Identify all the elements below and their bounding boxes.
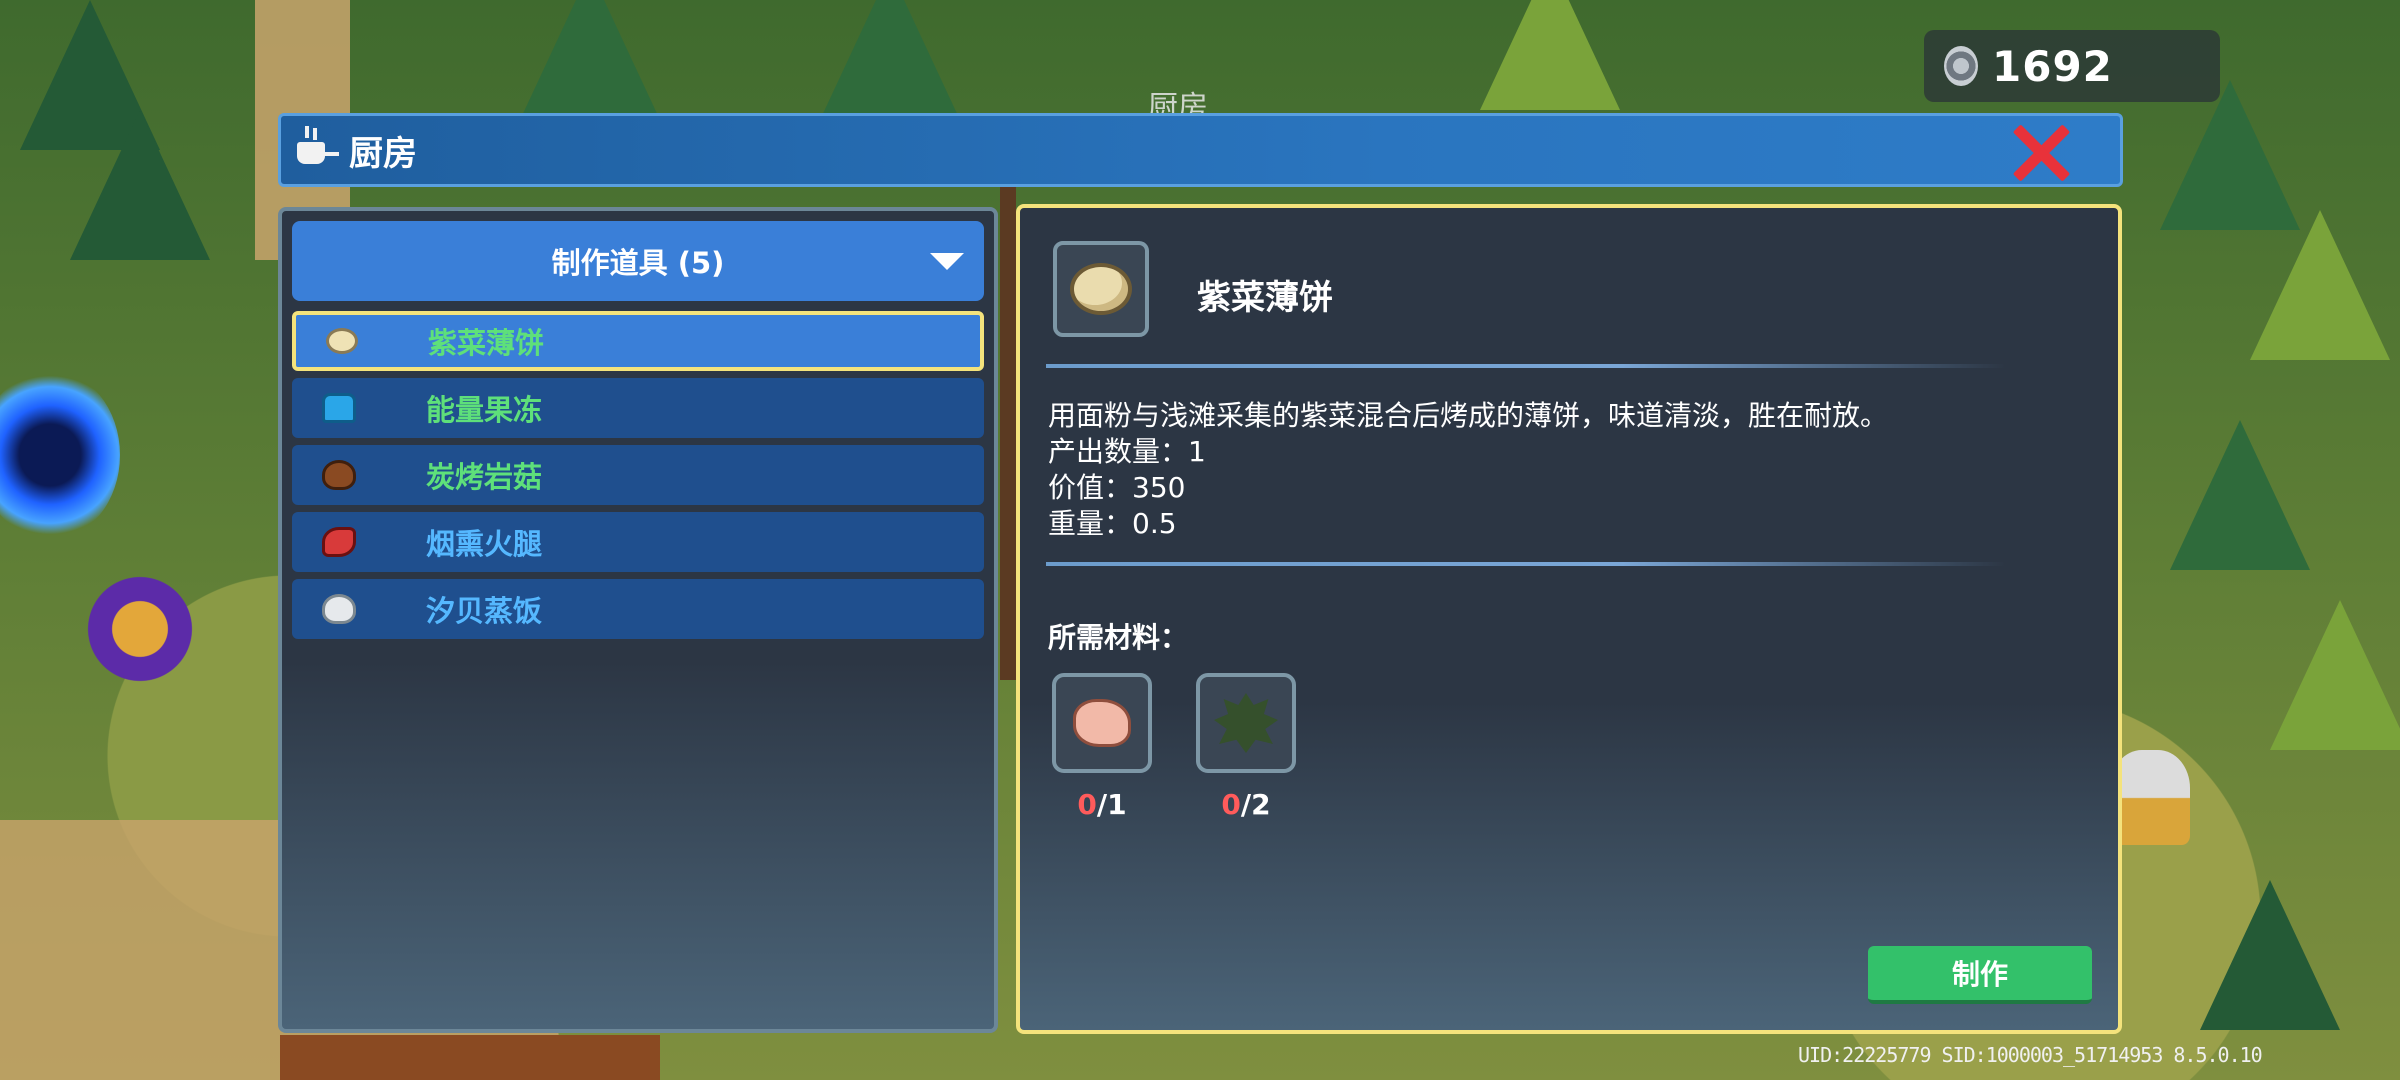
material-need: /2 <box>1240 788 1271 821</box>
npc-character[interactable] <box>2110 750 2190 845</box>
recipe-name: 炭烤岩菇 <box>426 460 543 494</box>
rice-icon <box>322 594 356 624</box>
category-dropdown[interactable]: 制作道具 (5) <box>292 221 984 301</box>
output-quantity: 产出数量：1 <box>1048 435 1206 468</box>
item-description: 用面粉与浅滩采集的紫菜混合后烤成的薄饼，味道清淡，胜在耐放。 <box>1048 399 1889 432</box>
ham-icon <box>322 527 356 557</box>
material-count-seaweed: 0/2 <box>1196 788 1296 821</box>
wooden-hut-roof <box>280 1035 660 1080</box>
triangle-down-icon <box>930 253 964 270</box>
pine-tree <box>70 110 210 260</box>
cooking-pot-icon <box>293 126 341 174</box>
recipe-item-energy-jelly[interactable]: 能量果冻 <box>292 378 984 438</box>
item-value: 价值：350 <box>1048 471 1186 504</box>
flatbread-icon <box>326 328 358 354</box>
recipe-name: 烟熏火腿 <box>426 527 543 561</box>
material-have: 0 <box>1221 788 1241 821</box>
recipe-detail-panel: 紫菜薄饼 用面粉与浅滩采集的紫菜混合后烤成的薄饼，味道清淡，胜在耐放。 产出数量… <box>1016 204 2122 1034</box>
item-name: 紫菜薄饼 <box>1197 278 1333 318</box>
coin-icon <box>1944 46 1978 86</box>
recipe-list-panel: 制作道具 (5) 紫菜薄饼 能量果冻 炭烤岩菇 烟熏火腿 汐贝蒸饭 <box>278 207 998 1033</box>
currency-display: 1692 <box>1924 30 2220 102</box>
craft-button[interactable]: 制作 <box>1868 946 2092 1004</box>
material-slot-flour[interactable] <box>1052 673 1152 773</box>
recipe-name: 汐贝蒸饭 <box>426 594 543 628</box>
window-title: 厨房 <box>349 133 417 174</box>
material-count-flour: 0/1 <box>1052 788 1152 821</box>
divider <box>1046 562 2006 566</box>
purple-creature[interactable] <box>85 575 195 695</box>
material-need: /1 <box>1096 788 1127 821</box>
pine-tree <box>1480 0 1620 110</box>
recipe-item-smoked-ham[interactable]: 烟熏火腿 <box>292 512 984 572</box>
recipe-name: 紫菜薄饼 <box>428 326 545 360</box>
seaweed-icon <box>1214 693 1278 753</box>
recipe-name: 能量果冻 <box>426 393 543 427</box>
item-description-block: 用面粉与浅滩采集的紫菜混合后烤成的薄饼，味道清淡，胜在耐放。 产出数量：1 价值… <box>1048 398 1888 542</box>
recipe-item-purple-laver-flatbread[interactable]: 紫菜薄饼 <box>292 311 984 371</box>
item-weight: 重量：0.5 <box>1048 507 1177 540</box>
pine-tree <box>2270 600 2400 750</box>
category-label: 制作道具 (5) <box>551 246 725 280</box>
pine-tree <box>520 0 660 120</box>
mushroom-icon <box>322 460 356 490</box>
recipe-list: 紫菜薄饼 能量果冻 炭烤岩菇 烟熏火腿 汐贝蒸饭 <box>292 311 984 646</box>
materials-title: 所需材料： <box>1048 621 1189 654</box>
currency-amount: 1692 <box>1992 41 2113 91</box>
pine-tree <box>2250 210 2390 360</box>
pine-tree <box>2170 420 2310 570</box>
uid-info: UID:22225779 SID:1000003_51714953 8.5.0.… <box>1798 1043 2263 1067</box>
flour-icon <box>1073 699 1131 747</box>
pine-tree <box>2160 80 2300 230</box>
pine-tree <box>2200 880 2340 1030</box>
material-slot-seaweed[interactable] <box>1196 673 1296 773</box>
divider <box>1046 364 2006 368</box>
kitchen-window-header: 厨房 <box>278 113 2123 187</box>
recipe-item-shellfish-steamed-rice[interactable]: 汐贝蒸饭 <box>292 579 984 639</box>
jelly-icon <box>322 393 356 423</box>
material-have: 0 <box>1077 788 1097 821</box>
pine-tree <box>820 0 960 120</box>
close-button[interactable] <box>2010 122 2071 182</box>
flatbread-icon <box>1070 263 1132 315</box>
wooden-post <box>1000 140 1016 680</box>
item-icon-frame <box>1053 241 1149 337</box>
recipe-item-grilled-rock-mushroom[interactable]: 炭烤岩菇 <box>292 445 984 505</box>
